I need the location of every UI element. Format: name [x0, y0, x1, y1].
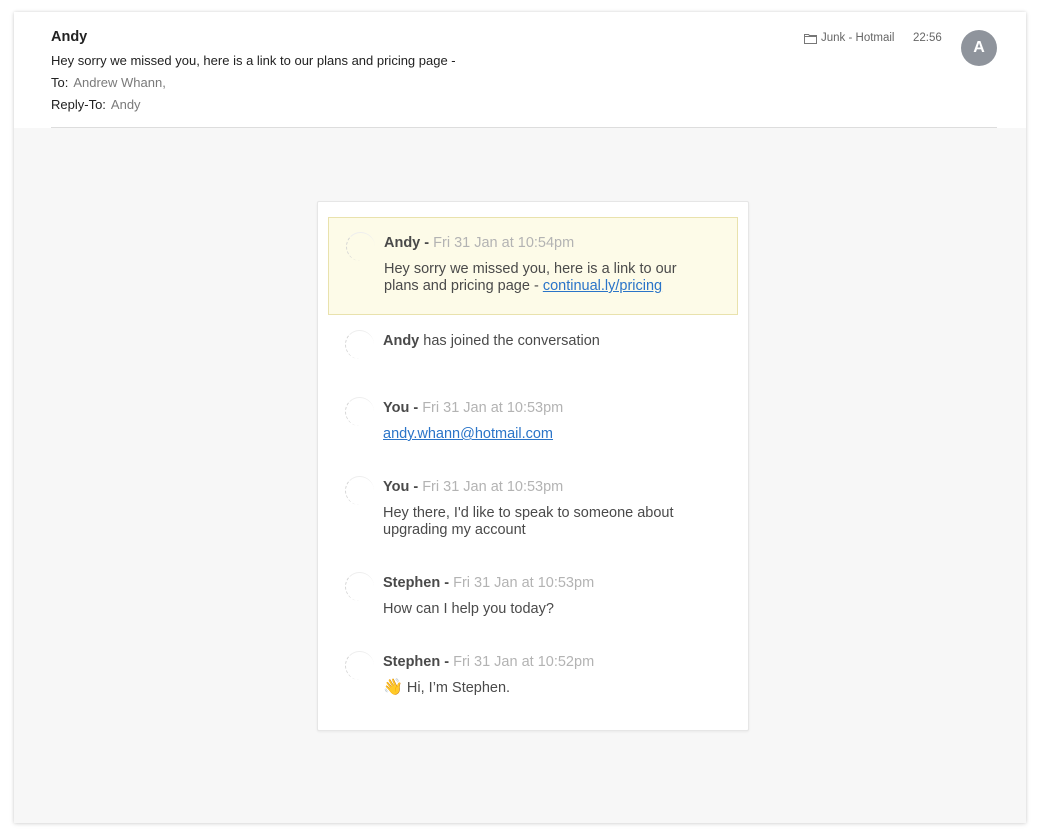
message-text: Hi, I’m Stephen. [406, 680, 511, 696]
pricing-link[interactable]: continual.ly/pricing [543, 278, 662, 294]
message-body: 👋 Hi, I’m Stephen. [383, 679, 703, 697]
sender-avatar[interactable]: A [961, 30, 997, 66]
message-avatar [345, 651, 374, 680]
message-date: Fri 31 Jan at 10:53pm [422, 400, 564, 416]
message-meta: You - Fri 31 Jan at 10:53pm [383, 400, 564, 416]
message-text: How can I help you today? [383, 601, 554, 617]
email-link[interactable]: andy.whann@hotmail.com [383, 426, 553, 442]
message-avatar [345, 330, 374, 359]
waving-hand-icon: 👋 [383, 679, 403, 696]
message-author: Andy [383, 333, 420, 349]
email-window: Andy Hey sorry we missed you, here is a … [14, 12, 1026, 823]
message-avatar [346, 232, 375, 261]
reply-to-label: Reply-To: [51, 97, 106, 112]
chat-message: You - Fri 31 Jan at 10:53pm andy.whann@h… [328, 382, 738, 452]
chat-message: You - Fri 31 Jan at 10:53pm Hey there, I… [328, 461, 738, 541]
message-body: andy.whann@hotmail.com [383, 426, 703, 443]
message-meta: Stephen - Fri 31 Jan at 10:53pm [383, 575, 595, 591]
message-body: Hey sorry we missed you, here is a link … [384, 261, 704, 295]
join-text: has joined the conversation [423, 333, 600, 349]
chat-message: Stephen - Fri 31 Jan at 10:53pm How can … [328, 557, 738, 627]
join-notice: Andy has joined the conversation [383, 333, 703, 350]
message-date: Fri 31 Jan at 10:53pm [453, 575, 595, 591]
chat-system-notice: Andy has joined the conversation [328, 314, 738, 374]
to-row: To: Andrew Whann, [51, 75, 166, 90]
received-time: 22:56 [913, 32, 942, 44]
message-meta: Andy - Fri 31 Jan at 10:54pm [384, 235, 575, 251]
chat-transcript: Andy - Fri 31 Jan at 10:54pm Hey sorry w… [317, 201, 749, 731]
to-recipient[interactable]: Andrew Whann, [73, 75, 166, 90]
message-author: You [383, 479, 410, 495]
folder-icon [804, 33, 817, 44]
folder-indicator[interactable]: Junk - Hotmail [804, 32, 895, 44]
message-author: Stephen [383, 654, 441, 670]
chat-message: Andy - Fri 31 Jan at 10:54pm Hey sorry w… [328, 217, 738, 315]
email-header: Andy Hey sorry we missed you, here is a … [14, 12, 1026, 128]
message-author: You [383, 400, 410, 416]
message-meta: Stephen - Fri 31 Jan at 10:52pm [383, 654, 595, 670]
reply-to-row: Reply-To: Andy [51, 97, 141, 112]
sender-name: Andy [51, 29, 88, 45]
header-divider [51, 127, 997, 128]
message-avatar [345, 572, 374, 601]
folder-name: Junk - Hotmail [821, 32, 895, 44]
message-text: Hey there, I'd like to speak to someone … [383, 505, 674, 538]
email-subject: Hey sorry we missed you, here is a link … [51, 53, 456, 68]
message-avatar [345, 476, 374, 505]
message-date: Fri 31 Jan at 10:52pm [453, 654, 595, 670]
message-author: Stephen [383, 575, 441, 591]
reply-to-value[interactable]: Andy [111, 97, 141, 112]
message-date: Fri 31 Jan at 10:53pm [422, 479, 564, 495]
message-meta: You - Fri 31 Jan at 10:53pm [383, 479, 564, 495]
to-label: To: [51, 75, 69, 90]
message-avatar [345, 397, 374, 426]
chat-message: Stephen - Fri 31 Jan at 10:52pm 👋 Hi, I’m… [328, 636, 738, 706]
message-author: Andy [384, 235, 421, 251]
message-date: Fri 31 Jan at 10:54pm [433, 235, 575, 251]
